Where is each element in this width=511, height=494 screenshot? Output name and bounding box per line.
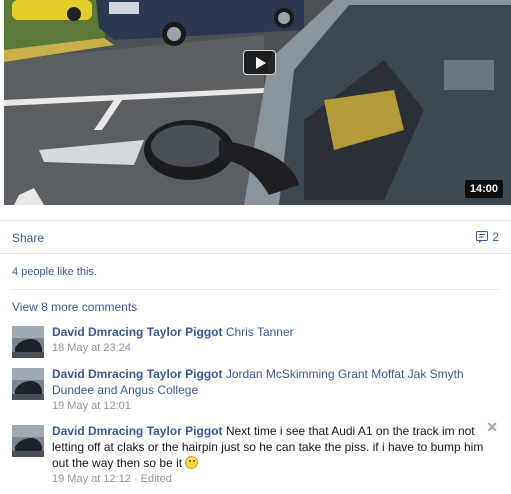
video-thumbnail [4, 0, 511, 205]
divider [0, 220, 511, 221]
likes-summary[interactable]: 4 people like this. [12, 266, 97, 278]
share-link[interactable]: Share [12, 231, 44, 245]
facebook-post: 14:00 Share 2 4 people like this. View 8… [0, 0, 511, 494]
comment-author[interactable]: David Dmracing Taylor Piggot [52, 424, 222, 438]
play-button[interactable] [243, 50, 276, 75]
comment-timestamp[interactable]: 19 May at 12:01 [52, 399, 488, 413]
smiley-emoji-icon [185, 456, 199, 469]
comment-count: 2 [492, 230, 499, 244]
comment-body: David Dmracing Taylor Piggot Chris Tanne… [52, 324, 488, 355]
comment-author[interactable]: David Dmracing Taylor Piggot [52, 325, 222, 339]
comment-count-link[interactable]: 2 [476, 230, 499, 244]
comment-author[interactable]: David Dmracing Taylor Piggot [52, 367, 222, 381]
avatar[interactable] [12, 326, 44, 358]
video-player[interactable]: 14:00 [4, 0, 511, 205]
video-duration: 14:00 [464, 180, 503, 198]
divider [12, 289, 499, 290]
play-icon [256, 57, 266, 69]
comment-body: David Dmracing Taylor Piggot Next time i… [52, 423, 488, 486]
avatar[interactable] [12, 368, 44, 400]
comment-icon [476, 231, 489, 243]
comment-tags[interactable]: Chris Tanner [226, 325, 294, 339]
close-icon[interactable]: ✕ [486, 419, 498, 436]
view-more-comments-link[interactable]: View 8 more comments [12, 300, 137, 314]
comment-body: David Dmracing Taylor Piggot Jordan McSk… [52, 366, 488, 413]
comment-timestamp[interactable]: 18 May at 23:24 [52, 341, 488, 355]
avatar[interactable] [12, 425, 44, 457]
comment-timestamp[interactable]: 19 May at 12:12 · Edited [52, 472, 488, 486]
divider [0, 253, 511, 254]
